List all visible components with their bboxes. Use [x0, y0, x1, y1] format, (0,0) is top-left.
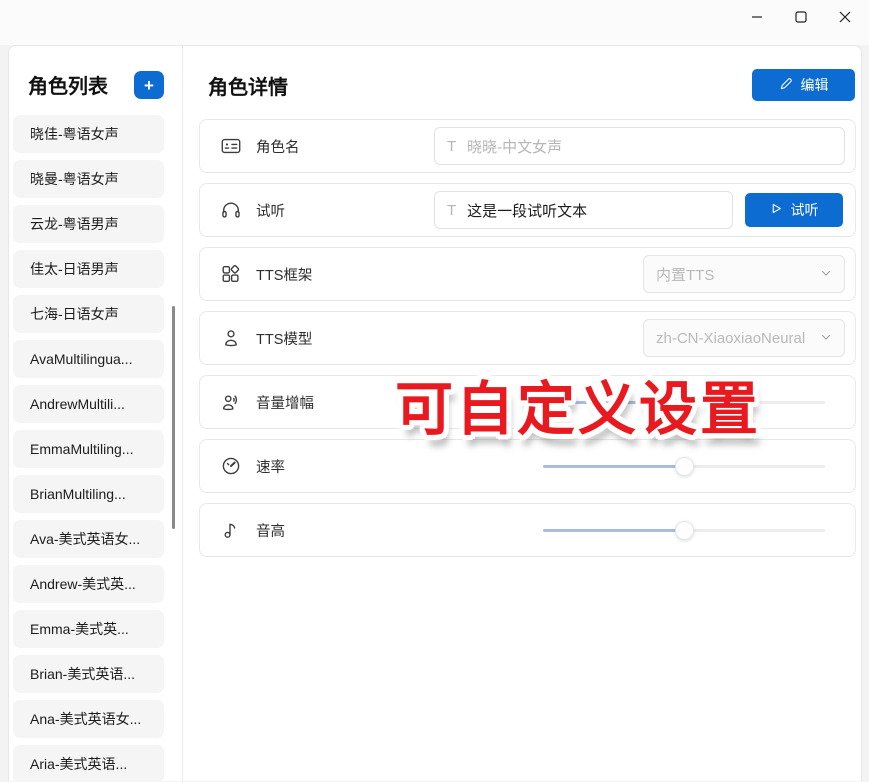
field-rate: 速率	[199, 439, 856, 493]
sidebar-scrollbar[interactable]	[172, 306, 175, 529]
maximize-icon	[795, 11, 807, 23]
text-prefix-icon: T	[447, 138, 456, 155]
field-label: 音高	[256, 520, 285, 541]
role-list-item[interactable]: 佳太-日语男声	[13, 250, 164, 288]
sidebar-title: 角色列表	[28, 70, 108, 99]
role-list-item[interactable]: 晓佳-粤语女声	[13, 115, 164, 153]
window-controls	[735, 0, 867, 34]
field-label: 试听	[256, 200, 285, 221]
field-label: 速率	[256, 456, 285, 477]
annotation-overlay-text: 可自定义设置	[395, 362, 761, 446]
field-tts-model: TTS模型 zh-CN-XiaoxiaoNeural	[199, 311, 856, 365]
role-list-item[interactable]: AndrewMultili...	[13, 385, 164, 423]
slider-fill	[543, 529, 684, 532]
role-list-item[interactable]: Aria-美式英语...	[13, 745, 164, 782]
field-preview: 试听 T 这是一段试听文本 试听	[199, 183, 856, 237]
field-label: TTS框架	[256, 264, 312, 285]
role-list-item[interactable]: 云龙-粤语男声	[13, 205, 164, 243]
tts-model-value: zh-CN-XiaoxiaoNeural	[656, 330, 805, 347]
field-tts-framework: TTS框架 内置TTS	[199, 247, 856, 301]
page-title: 角色详情	[208, 71, 288, 100]
slider-fill	[543, 465, 684, 468]
maximize-button[interactable]	[779, 0, 823, 34]
person-icon	[220, 327, 242, 349]
role-list-item[interactable]: 晓曼-粤语女声	[13, 160, 164, 198]
content-panel: 角色列表 + 晓佳-粤语女声 晓曼-粤语女声 云龙-粤语男声 佳太-日语男声 七…	[8, 45, 862, 781]
preview-text-value: 这是一段试听文本	[467, 200, 587, 221]
field-label: TTS模型	[256, 328, 312, 349]
role-list-item[interactable]: Andrew-美式英...	[13, 565, 164, 603]
music-note-icon	[220, 519, 242, 541]
tts-framework-select[interactable]: 内置TTS	[643, 255, 845, 293]
role-list-item[interactable]: Ana-美式英语女...	[13, 700, 164, 738]
app-grid-icon	[220, 263, 242, 285]
field-pitch: 音高	[199, 503, 856, 557]
field-label: 角色名	[256, 136, 300, 157]
role-list-item[interactable]: AvaMultilingua...	[13, 340, 164, 378]
role-name-placeholder: 晓晓-中文女声	[467, 136, 562, 157]
preview-text-input[interactable]: T 这是一段试听文本	[434, 191, 733, 229]
edit-button-label: 编辑	[801, 75, 829, 95]
detail-pane: 角色详情 编辑 角色名 T	[183, 46, 863, 782]
field-role-name: 角色名 T 晓晓-中文女声	[199, 119, 856, 173]
play-icon	[770, 202, 783, 218]
rate-slider[interactable]	[543, 456, 825, 476]
role-list: 晓佳-粤语女声 晓曼-粤语女声 云龙-粤语男声 佳太-日语男声 七海-日语女声 …	[13, 115, 164, 782]
add-role-button[interactable]: +	[134, 71, 164, 99]
close-icon	[839, 11, 851, 23]
role-list-item[interactable]: Brian-美式英语...	[13, 655, 164, 693]
chevron-down-icon	[820, 330, 832, 347]
field-cards: 角色名 T 晓晓-中文女声 试听	[199, 119, 856, 567]
chevron-down-icon	[820, 266, 832, 283]
role-list-item[interactable]: BrianMultiling...	[13, 475, 164, 513]
preview-button-label: 试听	[791, 200, 819, 220]
role-name-input[interactable]: T 晓晓-中文女声	[434, 127, 845, 165]
close-button[interactable]	[823, 0, 867, 34]
tts-model-select[interactable]: zh-CN-XiaoxiaoNeural	[643, 319, 845, 357]
headphones-icon	[220, 199, 242, 221]
role-list-item[interactable]: Ava-美式英语女...	[13, 520, 164, 558]
slider-thumb[interactable]	[675, 457, 694, 476]
tts-framework-value: 内置TTS	[656, 264, 714, 285]
edit-button[interactable]: 编辑	[752, 69, 855, 101]
role-list-item[interactable]: 七海-日语女声	[13, 295, 164, 333]
preview-play-button[interactable]: 试听	[745, 193, 843, 227]
minimize-icon	[751, 11, 763, 23]
pencil-icon	[779, 77, 793, 94]
text-prefix-icon: T	[447, 202, 456, 219]
role-list-item[interactable]: EmmaMultiling...	[13, 430, 164, 468]
pitch-slider[interactable]	[543, 520, 825, 540]
person-voice-icon	[220, 391, 242, 413]
window-titlebar	[0, 0, 869, 45]
sidebar: 角色列表 + 晓佳-粤语女声 晓曼-粤语女声 云龙-粤语男声 佳太-日语男声 七…	[9, 46, 182, 782]
field-label: 音量增幅	[256, 392, 314, 413]
id-card-icon	[220, 135, 242, 157]
role-list-item[interactable]: Emma-美式英...	[13, 610, 164, 648]
speedometer-icon	[220, 455, 242, 477]
slider-thumb[interactable]	[675, 521, 694, 540]
minimize-button[interactable]	[735, 0, 779, 34]
